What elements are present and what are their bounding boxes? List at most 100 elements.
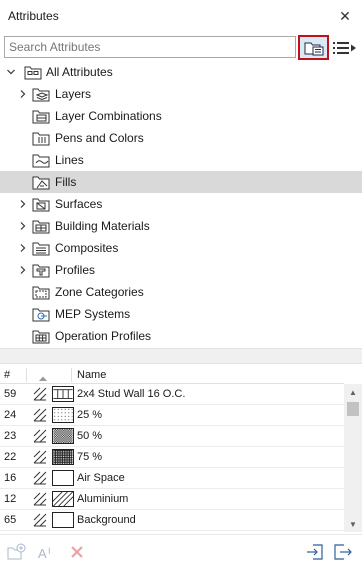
chevron-right-icon[interactable] bbox=[18, 199, 28, 209]
chevron-right-icon[interactable] bbox=[18, 221, 28, 231]
pen-icon bbox=[33, 513, 47, 527]
fill-swatch-diagonal bbox=[52, 491, 74, 507]
row-index: 16 bbox=[4, 472, 17, 484]
zone-categories-icon bbox=[32, 286, 50, 300]
table-scrollbar[interactable]: ▲ ▼ bbox=[344, 384, 362, 532]
tree-item-composites[interactable]: Composites bbox=[0, 237, 362, 259]
tree-item-mep-systems[interactable]: MEP Systems bbox=[0, 303, 362, 325]
panel-splitter[interactable] bbox=[0, 348, 362, 364]
tree-root-label: All Attributes bbox=[46, 65, 113, 79]
chevron-right-icon[interactable] bbox=[18, 243, 28, 253]
chevron-right-icon[interactable] bbox=[18, 265, 28, 275]
search-input[interactable] bbox=[4, 36, 296, 58]
row-name: 50 % bbox=[77, 430, 103, 442]
column-divider[interactable] bbox=[26, 368, 27, 382]
pen-icon bbox=[33, 450, 47, 464]
tree-item-building-materials[interactable]: Building Materials bbox=[0, 215, 362, 237]
tree-item-lines[interactable]: Lines bbox=[0, 149, 362, 171]
row-index: 22 bbox=[4, 451, 17, 463]
table-row[interactable]: 12 Aluminium bbox=[0, 489, 344, 510]
folder-filter-button[interactable] bbox=[298, 35, 329, 60]
column-divider[interactable] bbox=[71, 368, 72, 382]
search-row bbox=[0, 34, 362, 60]
fill-swatch-empty bbox=[52, 470, 74, 486]
tree-item-layers[interactable]: Layers bbox=[0, 83, 362, 105]
tree-item-label: Pens and Colors bbox=[55, 131, 144, 145]
attribute-tree: All Attributes Layers Layer Combinations… bbox=[0, 61, 362, 347]
fill-list: 59 2x4 Stud Wall 16 O.C. 24 25 % 23 50 % bbox=[0, 384, 344, 532]
table-row[interactable]: 59 2x4 Stud Wall 16 O.C. bbox=[0, 384, 344, 405]
row-index: 59 bbox=[4, 388, 17, 400]
close-icon[interactable]: ✕ bbox=[336, 7, 354, 25]
tree-item-layer-combinations[interactable]: Layer Combinations bbox=[0, 105, 362, 127]
tree-item-label: Profiles bbox=[55, 263, 96, 277]
fill-swatch-empty bbox=[52, 512, 74, 528]
scroll-up-icon[interactable]: ▲ bbox=[344, 384, 362, 400]
tree-item-label: Lines bbox=[55, 153, 84, 167]
column-header-name[interactable]: Name bbox=[77, 369, 106, 381]
sort-up-icon[interactable] bbox=[38, 371, 48, 385]
tree-item-label: Fills bbox=[55, 175, 77, 189]
row-name: Aluminium bbox=[77, 493, 129, 505]
delete-x-icon bbox=[71, 546, 83, 558]
list-view-menu-button[interactable] bbox=[333, 39, 357, 56]
new-folder-button[interactable] bbox=[6, 542, 28, 562]
rename-button[interactable]: A I bbox=[36, 542, 58, 562]
composites-icon bbox=[32, 242, 50, 256]
delete-button[interactable] bbox=[66, 542, 88, 562]
bottom-toolbar: A I bbox=[0, 534, 362, 569]
profiles-icon bbox=[32, 264, 50, 278]
fill-swatch-25 bbox=[52, 407, 74, 423]
pen-icon bbox=[33, 471, 47, 485]
title-bar: Attributes ✕ bbox=[0, 0, 362, 32]
building-materials-icon bbox=[32, 220, 50, 234]
row-index: 23 bbox=[4, 430, 17, 442]
surfaces-icon bbox=[32, 198, 50, 212]
scroll-thumb[interactable] bbox=[347, 402, 359, 416]
new-folder-icon bbox=[7, 543, 26, 560]
table-row[interactable]: 65 Background bbox=[0, 510, 344, 531]
window-title: Attributes bbox=[8, 9, 59, 23]
tree-item-label: Layer Combinations bbox=[55, 109, 162, 123]
list-menu-icon bbox=[333, 41, 356, 54]
row-name: 25 % bbox=[77, 409, 103, 421]
mep-systems-icon bbox=[32, 308, 50, 322]
fills-icon bbox=[32, 176, 50, 190]
chevron-down-icon[interactable] bbox=[6, 67, 16, 77]
tree-item-zone-categories[interactable]: Zone Categories bbox=[0, 281, 362, 303]
operation-profiles-icon bbox=[32, 330, 50, 344]
tree-item-label: Layers bbox=[55, 87, 92, 101]
table-row[interactable]: 24 25 % bbox=[0, 405, 344, 426]
tree-item-surfaces[interactable]: Surfaces bbox=[0, 193, 362, 215]
column-header-index[interactable]: # bbox=[4, 369, 10, 381]
rename-text-icon: A I bbox=[38, 546, 51, 561]
tree-root-all-attributes[interactable]: All Attributes bbox=[0, 61, 362, 83]
layers-icon bbox=[32, 88, 50, 102]
row-name: Air Space bbox=[77, 472, 125, 484]
pen-icon bbox=[33, 408, 47, 422]
lines-icon bbox=[32, 154, 50, 168]
row-name: 75 % bbox=[77, 451, 103, 463]
export-button[interactable] bbox=[332, 542, 354, 562]
import-button[interactable] bbox=[304, 542, 326, 562]
table-row[interactable]: 23 50 % bbox=[0, 426, 344, 447]
row-index: 12 bbox=[4, 493, 17, 505]
table-row[interactable]: 16 Air Space bbox=[0, 468, 344, 489]
tree-item-fills[interactable]: Fills bbox=[0, 171, 362, 193]
tree-item-label: Operation Profiles bbox=[55, 329, 152, 343]
pen-icon bbox=[33, 429, 47, 443]
tree-item-label: Zone Categories bbox=[55, 285, 144, 299]
tree-item-profiles[interactable]: Profiles bbox=[0, 259, 362, 281]
tree-item-pens-and-colors[interactable]: Pens and Colors bbox=[0, 127, 362, 149]
chevron-right-icon[interactable] bbox=[18, 89, 28, 99]
import-icon bbox=[307, 544, 323, 560]
row-name: 2x4 Stud Wall 16 O.C. bbox=[77, 388, 186, 400]
folder-list-icon bbox=[304, 42, 323, 55]
tree-item-label: Composites bbox=[55, 241, 119, 255]
row-name: Background bbox=[77, 514, 136, 526]
tree-item-operation-profiles[interactable]: Operation Profiles bbox=[0, 325, 362, 347]
scroll-down-icon[interactable]: ▼ bbox=[344, 516, 362, 532]
table-row[interactable]: 22 75 % bbox=[0, 447, 344, 468]
fill-swatch-50 bbox=[52, 428, 74, 444]
layer-combinations-icon bbox=[32, 110, 50, 124]
